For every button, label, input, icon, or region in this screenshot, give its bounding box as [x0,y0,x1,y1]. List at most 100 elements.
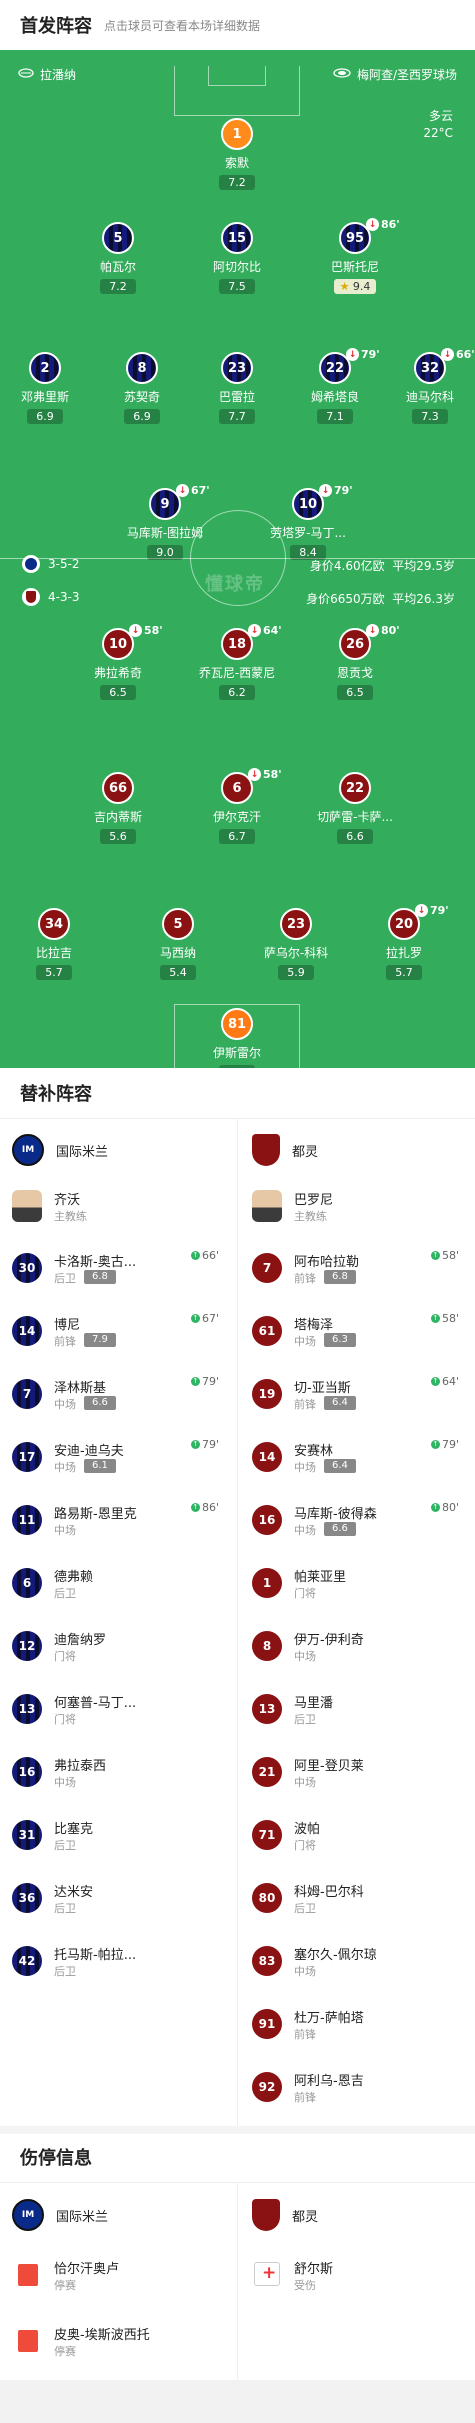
sub-player-row[interactable]: 8 伊万-伊利奇 中场 [240,1623,465,1669]
jersey-icon: 32 ↓ 66' [414,348,475,384]
sub-player-row[interactable]: 1 帕莱亚里 门将 [240,1560,465,1606]
sub-minute: 66' [456,348,475,361]
injury-item[interactable]: 恰尔汗奥卢 停赛 [0,2250,225,2296]
home-player[interactable]: 15 阿切尔比 7.5 [192,222,282,294]
sub-player-row[interactable]: 13 马里潘 后卫 [240,1686,465,1732]
away-player[interactable]: 23 萨乌尔-科科 5.9 [251,908,341,980]
sub-player-row[interactable]: 71 波帕 门将 [240,1812,465,1858]
jersey-number: 1 [232,126,242,142]
jersey-icon: 66 [102,772,134,804]
home-player[interactable]: 2 邓弗里斯 6.9 [0,352,90,424]
injury-item[interactable]: 舒尔斯 受伤 [240,2250,465,2296]
sub-name: 泽林斯基 [54,1381,107,1396]
player-rating: 8.4 [290,545,326,560]
sub-player-row[interactable]: 11 路易斯-恩里克 中场 ↑ 86' [0,1497,225,1543]
team-icon [18,67,34,82]
sub-player-row[interactable]: 7 阿布哈拉勒 前锋 6.8 ↑ 58' [240,1245,465,1291]
star-icon: ★ [339,280,353,293]
player-rating: 7.2 [219,175,255,190]
sub-player-row[interactable]: 6 德弗赖 后卫 [0,1560,225,1606]
sub-minute: 67' [191,484,210,497]
jersey-number: 18 [227,636,247,652]
jersey-icon: 6 [12,1568,42,1598]
sub-player-row[interactable]: 21 阿里-登贝莱 中场 [240,1749,465,1795]
sub-player-row[interactable]: 31 比塞克 后卫 [0,1812,225,1858]
sub-player-row[interactable]: 12 迪詹纳罗 门将 [0,1623,225,1669]
sub-player-row[interactable]: 61 塔梅泽 中场 6.3 ↑ 58' [240,1308,465,1354]
sub-rating: 7.9 [84,1333,116,1347]
home-player[interactable]: 9 ↓ 67' 马库斯-图拉姆 9.0 [120,484,210,560]
sub-player-row[interactable]: 16 弗拉泰西 中场 [0,1749,225,1795]
sub-in: ↑ 58' [430,1312,459,1325]
away-coach[interactable]: 巴罗尼 主教练 [240,1183,465,1229]
injury-item[interactable]: 皮奥-埃斯波西托 停赛 [0,2316,225,2362]
jersey-icon: 23 [280,908,312,940]
jersey-number: 66 [108,780,128,796]
jersey-icon: 16 [252,1505,282,1535]
sub-player-row[interactable]: 92 阿利乌-恩吉 前锋 [240,2064,465,2110]
sub-player-row[interactable]: 36 达米安 后卫 [0,1875,225,1921]
sub-name: 塞尔久-佩尔琼 [294,1948,377,1963]
jersey-icon: 34 [38,908,70,940]
sub-player-row[interactable]: 80 科姆-巴尔科 后卫 [240,1875,465,1921]
sub-player-row[interactable]: 30 卡洛斯-奥古... 后卫 6.8 ↑ 66' [0,1245,225,1291]
sub-player-row[interactable]: 17 安迪-迪乌夫 中场 6.1 ↑ 79' [0,1434,225,1480]
jersey-icon: 1 [221,118,253,150]
sub-out-icon: ↓ 79' [415,904,449,917]
away-player[interactable]: 10 ↓ 58' 弗拉希奇 6.5 [73,624,163,700]
jersey-icon: 9 ↓ 67' [149,484,210,520]
sub-name: 达米安 [54,1885,94,1900]
weather: 多云 22°C [423,108,453,142]
home-player[interactable]: 32 ↓ 66' 迪马尔科 7.3 [385,348,475,424]
sub-player-row[interactable]: 42 托马斯-帕拉... 后卫 [0,1938,225,1984]
away-player[interactable]: 18 ↓ 64' 乔瓦尼-西蒙尼 6.2 [192,624,282,700]
home-player[interactable]: 10 ↓ 79' 劳塔罗-马丁... 8.4 [263,484,353,560]
sub-player-row[interactable]: 16 马库斯-彼得森 中场 6.6 ↑ 80' [240,1497,465,1543]
sub-in: ↑ 67' [190,1312,219,1325]
sub-name: 何塞普-马丁... [54,1696,137,1711]
sub-name: 卡洛斯-奥古... [54,1255,137,1270]
jersey-number: 9 [160,496,170,512]
player-name: 帕瓦尔 [99,260,136,274]
home-player[interactable]: 1 索默 7.2 [192,118,282,190]
jersey-icon: 13 [252,1694,282,1724]
home-coach[interactable]: 齐沃 主教练 [0,1183,225,1229]
player-rating: 7.7 [219,409,255,424]
jersey-number: 22 [345,780,365,796]
player-rating: 6.6 [337,829,373,844]
away-player[interactable]: 6 ↓ 58' 伊尔克汗 6.7 [192,768,282,844]
home-player[interactable]: 5 帕瓦尔 7.2 [73,222,163,294]
sub-player-row[interactable]: 13 何塞普-马丁... 门将 [0,1686,225,1732]
sub-player-row[interactable]: 19 切-亚当斯 前锋 6.4 ↑ 64' [240,1371,465,1417]
sub-player-row[interactable]: 7 泽林斯基 中场 6.6 ↑ 79' [0,1371,225,1417]
home-player[interactable]: 95 ↓ 86' 巴斯托尼 ★ 9.4 [310,218,400,294]
sub-position: 后卫 [54,1272,76,1285]
away-player[interactable]: 20 ↓ 79' 拉扎罗 5.7 [359,904,449,980]
home-player[interactable]: 23 巴雷拉 7.7 [192,352,282,424]
sub-player-row[interactable]: 83 塞尔久-佩尔琼 中场 [240,1938,465,1984]
sub-minute: 86' [381,218,400,231]
away-player[interactable]: 5 马西纳 5.4 [133,908,223,980]
sub-in: ↑ 79' [190,1438,219,1451]
player-rating: 5.7 [386,965,422,980]
sub-name: 安迪-迪乌夫 [54,1444,124,1459]
away-player[interactable]: 81 伊斯雷尔 5.7 [192,1008,282,1068]
sub-name: 路易斯-恩里克 [54,1507,137,1522]
sub-player-row[interactable]: 14 博尼 前锋 7.9 ↑ 67' [0,1308,225,1354]
sub-position: 中场 [294,1335,316,1348]
red-card-icon [18,2264,38,2286]
player-rating: 5.9 [278,965,314,980]
home-venue-name: 拉潘纳 [40,68,77,82]
home-player[interactable]: 8 苏契奇 6.9 [97,352,187,424]
away-player[interactable]: 26 ↓ 80' 恩贡戈 6.5 [310,624,400,700]
home-player[interactable]: 22 ↓ 79' 姆希塔良 7.1 [290,348,380,424]
sub-in: ↑ 86' [190,1501,219,1514]
away-player[interactable]: 34 比拉吉 5.7 [9,908,99,980]
away-player[interactable]: 66 吉内蒂斯 5.6 [73,772,163,844]
player-name: 阿切尔比 [212,260,261,274]
away-player[interactable]: 22 切萨雷-卡萨... 6.6 [310,772,400,844]
sub-player-row[interactable]: 91 杜万-萨帕塔 前锋 [240,2001,465,2047]
player-name: 巴斯托尼 [330,260,379,274]
sub-player-row[interactable]: 14 安赛林 中场 6.4 ↑ 79' [240,1434,465,1480]
jersey-icon: 11 [12,1505,42,1535]
